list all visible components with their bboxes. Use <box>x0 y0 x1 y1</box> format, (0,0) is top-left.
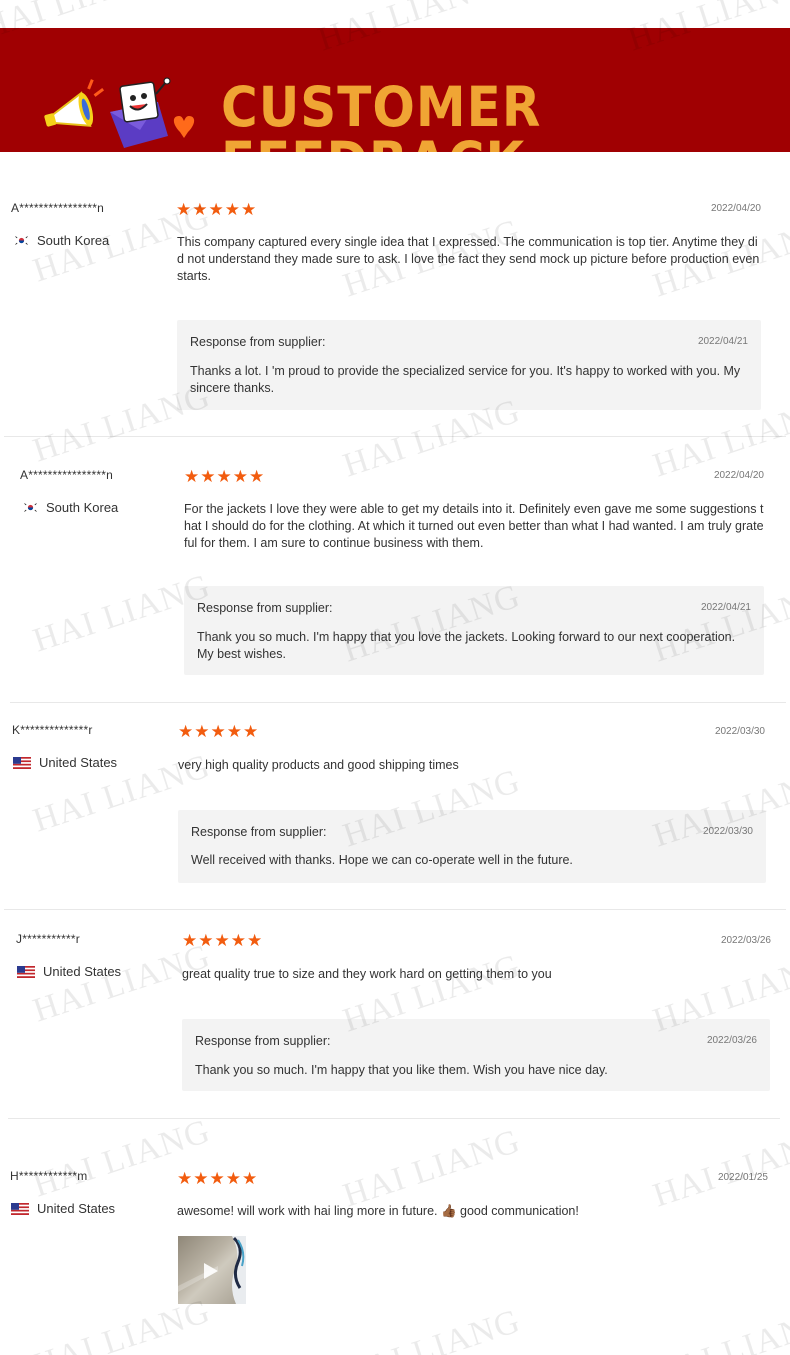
response-title: Response from supplier: <box>191 825 327 839</box>
star-rating: ★★★★★ <box>184 467 266 486</box>
response-date: 2022/04/21 <box>700 602 751 613</box>
response-text: Thanks a lot. I 'm proud to provide the … <box>190 364 741 395</box>
review-comment: very high quality products and good ship… <box>178 758 459 772</box>
buyer-name: A****************n <box>20 468 113 482</box>
us-flag-icon <box>13 756 31 769</box>
response-date: 2022/04/21 <box>697 336 748 347</box>
buyer-country: United States <box>13 755 117 770</box>
response-date: 2022/03/26 <box>706 1035 757 1046</box>
buyer-country: South Korea <box>14 233 109 248</box>
response-date: 2022/03/30 <box>702 826 753 837</box>
country-label: South Korea <box>46 500 119 515</box>
banner-title: CUSTOMER FEEDBACK <box>221 75 542 152</box>
country-label: United States <box>43 964 122 979</box>
buyer-country: United States <box>17 964 121 979</box>
review-date: 2022/01/25 <box>717 1172 768 1183</box>
divider <box>10 702 786 703</box>
south-korea-flag-icon <box>23 502 38 513</box>
divider <box>4 909 786 910</box>
buyer-name: H************m <box>10 1169 88 1183</box>
review-comment: awesome! will work with hai ling more in… <box>177 1204 579 1218</box>
review-date: 2022/03/26 <box>720 935 771 946</box>
star-rating: ★★★★★ <box>178 722 260 741</box>
buyer-name: A****************n <box>11 201 104 215</box>
south-korea-flag-icon <box>14 235 29 246</box>
supplier-response: Response from supplier: 2022/03/26 Thank… <box>182 1019 770 1091</box>
play-icon[interactable] <box>204 1263 218 1279</box>
response-text: Thank you so much. I'm happy that you li… <box>195 1063 608 1077</box>
review-date: 2022/04/20 <box>710 203 761 214</box>
review-video-thumbnail[interactable] <box>178 1236 246 1304</box>
response-title: Response from supplier: <box>190 335 326 349</box>
review-date: 2022/03/30 <box>714 726 765 737</box>
response-text: Thank you so much. I'm happy that you lo… <box>197 630 736 661</box>
megaphone-mascot-icon <box>44 77 195 148</box>
response-text: Well received with thanks. Hope we can c… <box>191 853 573 867</box>
us-flag-icon <box>17 965 35 978</box>
country-label: United States <box>37 1201 116 1216</box>
buyer-country: United States <box>11 1201 115 1216</box>
star-rating: ★★★★★ <box>177 1169 259 1188</box>
divider <box>4 436 786 437</box>
country-label: United States <box>39 755 118 770</box>
star-rating: ★★★★★ <box>182 931 264 950</box>
buyer-name: J***********r <box>16 932 80 946</box>
review-comment: This company captured every single idea … <box>177 235 760 283</box>
country-label: South Korea <box>37 233 110 248</box>
star-rating: ★★★★★ <box>176 200 258 219</box>
response-title: Response from supplier: <box>197 601 333 615</box>
supplier-response: Response from supplier: 2022/03/30 Well … <box>178 810 766 883</box>
watermark: HAI LIANG <box>338 1302 525 1355</box>
watermark: HAI LIANG <box>338 1122 525 1215</box>
divider <box>8 1118 780 1119</box>
buyer-country: South Korea <box>23 500 118 515</box>
watermark: HAI LIANG <box>649 1302 790 1355</box>
watermark: HAI LIANG <box>28 1112 215 1205</box>
review-comment: great quality true to size and they work… <box>182 967 552 981</box>
review-comment: For the jackets I love they were able to… <box>184 502 764 550</box>
supplier-response: Response from supplier: 2022/04/21 Thank… <box>177 320 761 410</box>
us-flag-icon <box>11 1202 29 1215</box>
buyer-name: K**************r <box>12 723 93 737</box>
supplier-response: Response from supplier: 2022/04/21 Thank… <box>184 586 764 675</box>
watermark: HAI LIANG <box>648 1122 790 1215</box>
response-title: Response from supplier: <box>195 1034 331 1048</box>
watermark: HAI LIANG <box>28 937 215 1030</box>
review-date: 2022/04/20 <box>713 470 764 481</box>
feedback-banner: CUSTOMER FEEDBACK <box>0 28 790 152</box>
